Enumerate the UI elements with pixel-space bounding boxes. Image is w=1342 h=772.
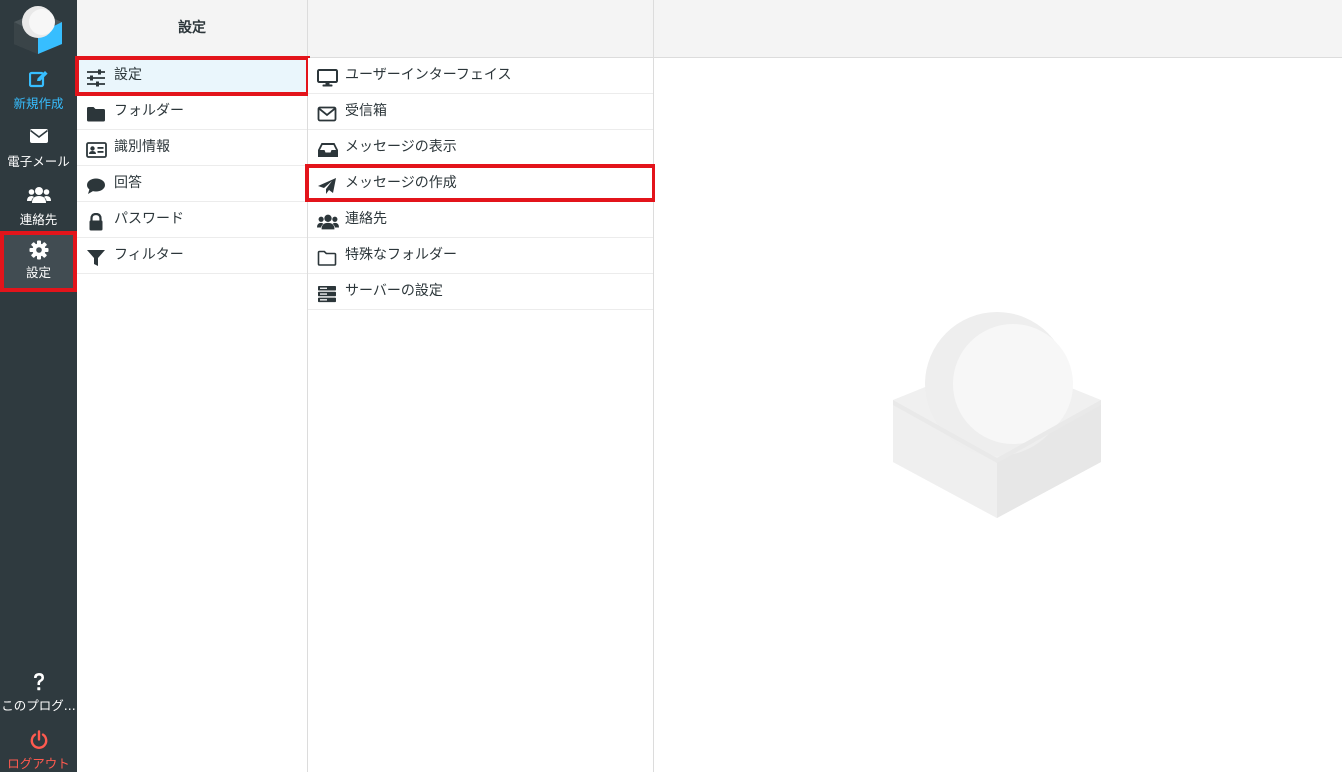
nav-logout-label: ログアウト (7, 756, 70, 771)
pref-server-settings-label: サーバーの設定 (345, 283, 443, 299)
logo (14, 6, 62, 54)
pref-displaying-messages[interactable]: メッセージの表示 (308, 130, 653, 166)
preferences-list: ユーザーインターフェイス 受信箱 メッセージの表示 メッセージの作成 連絡先 特… (308, 58, 654, 772)
inbox-icon (318, 143, 338, 157)
users-icon (26, 187, 51, 203)
power-icon (30, 730, 47, 749)
nav-compose[interactable]: 新規作成 (0, 62, 77, 120)
section-password[interactable]: パスワード (77, 202, 307, 238)
paper-plane-icon (318, 178, 336, 194)
pref-composing-messages-label: メッセージの作成 (345, 175, 457, 191)
envelope-outline-icon (317, 106, 337, 122)
pref-contacts[interactable]: 連絡先 (308, 202, 653, 238)
filter-icon (87, 250, 105, 266)
page-title: 設定 (77, 0, 308, 58)
envelope-icon (29, 129, 48, 143)
main-navigation: 新規作成 電子メール 連絡先 設定 このプログ... ログアウト (0, 0, 77, 772)
folder-outline-icon (317, 250, 337, 266)
nav-compose-label: 新規作成 (13, 96, 64, 111)
nav-logout[interactable]: ログアウト (0, 722, 77, 772)
section-filters[interactable]: フィルター (77, 238, 307, 274)
nav-contacts-label: 連絡先 (19, 212, 58, 227)
app-window: 新規作成 電子メール 連絡先 設定 このプログ... ログアウト 設定 設定 フ… (0, 0, 1342, 772)
pref-server-settings[interactable]: サーバーの設定 (308, 274, 653, 310)
lock-icon (89, 212, 103, 231)
nav-about-label: このプログ... (1, 698, 76, 713)
section-settings[interactable]: 設定 (77, 58, 307, 94)
pref-displaying-messages-label: メッセージの表示 (345, 139, 457, 155)
section-filters-label: フィルター (114, 247, 184, 263)
pref-user-interface[interactable]: ユーザーインターフェイス (308, 58, 653, 94)
section-folders[interactable]: フォルダー (77, 94, 307, 130)
folder-icon (87, 107, 105, 122)
pref-mailbox-view-label: 受信箱 (345, 103, 387, 119)
section-folders-label: フォルダー (114, 103, 184, 119)
section-identities-label: 識別情報 (114, 139, 170, 155)
pref-composing-messages[interactable]: メッセージの作成 (308, 166, 653, 202)
pref-user-interface-label: ユーザーインターフェイス (345, 67, 512, 83)
section-responses[interactable]: 回答 (77, 166, 307, 202)
question-icon (33, 673, 44, 691)
section-responses-label: 回答 (114, 175, 142, 191)
id-card-icon (86, 142, 107, 158)
monitor-icon (317, 69, 338, 87)
content-frame (655, 58, 1342, 772)
pref-special-folders-label: 特殊なフォルダー (345, 247, 457, 263)
section-settings-label: 設定 (114, 67, 142, 83)
section-identities[interactable]: 識別情報 (77, 130, 307, 166)
pref-contacts-label: 連絡先 (345, 211, 387, 227)
nav-settings-label: 設定 (25, 265, 51, 280)
nav-about[interactable]: このプログ... (0, 664, 77, 722)
nav-contacts[interactable]: 連絡先 (0, 178, 77, 236)
section-password-label: パスワード (114, 211, 184, 227)
pref-mailbox-view[interactable]: 受信箱 (308, 94, 653, 130)
roundcube-watermark-logo (893, 312, 1101, 518)
preferences-header (308, 0, 654, 58)
comment-icon (87, 178, 105, 194)
server-icon (318, 286, 336, 303)
nav-mail-label: 電子メール (7, 154, 70, 169)
gear-icon (29, 240, 48, 260)
nav-mail[interactable]: 電子メール (0, 120, 77, 178)
settings-sections-list: 設定 フォルダー 識別情報 回答 パスワード フィルター (77, 58, 308, 772)
pref-special-folders[interactable]: 特殊なフォルダー (308, 238, 653, 274)
compose-icon (28, 71, 48, 88)
users-icon (317, 214, 339, 230)
nav-settings[interactable]: 設定 (0, 233, 77, 291)
sliders-icon (87, 69, 105, 87)
